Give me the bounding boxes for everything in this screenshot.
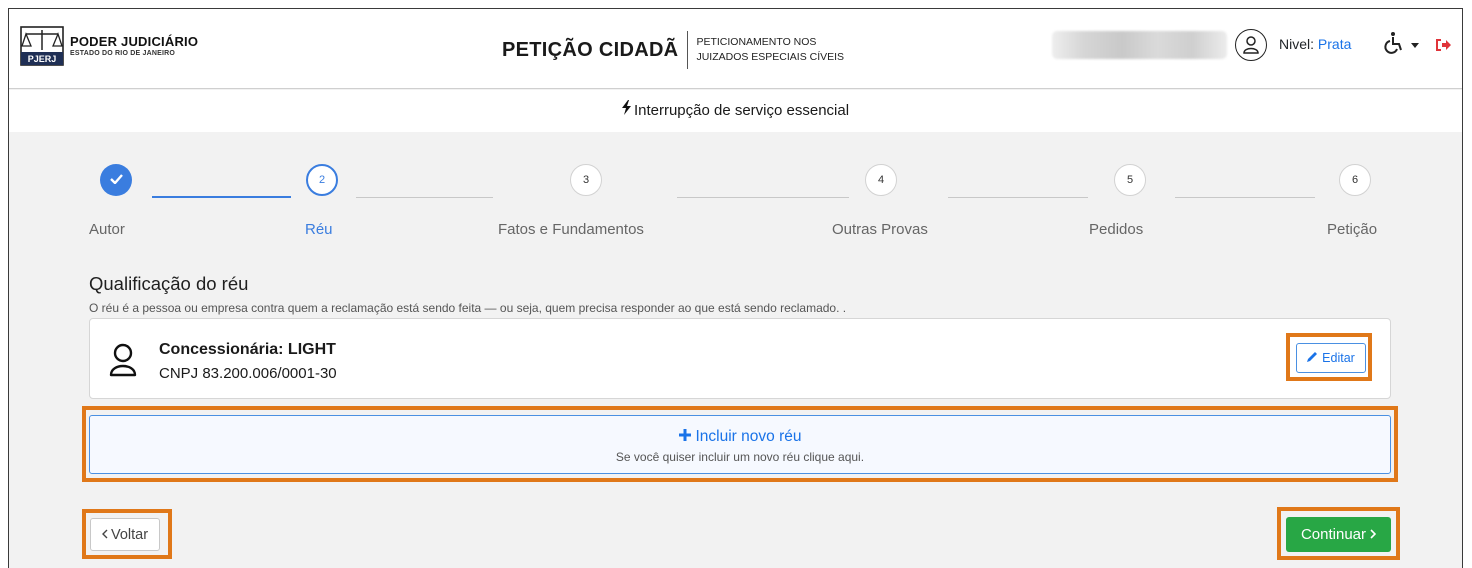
step-number: 2 bbox=[318, 174, 326, 186]
accessibility-menu[interactable] bbox=[1382, 31, 1422, 59]
add-defendant-button[interactable]: Incluir novo réu Se você quiser incluir … bbox=[89, 415, 1391, 474]
step-label-pedidos: Pedidos bbox=[1089, 221, 1144, 238]
user-circle-icon[interactable] bbox=[1235, 29, 1267, 61]
step-label-autor: Autor bbox=[89, 221, 125, 238]
step-connector-3 bbox=[677, 197, 849, 198]
redacted-username bbox=[1052, 31, 1227, 59]
check-icon bbox=[109, 173, 123, 187]
nivel-label: Nivel: bbox=[1279, 36, 1315, 52]
step-label-fatos: Fatos e Fundamentos bbox=[498, 221, 644, 238]
step-connector-5 bbox=[1175, 197, 1315, 198]
user-level: Nivel: Prata bbox=[1279, 36, 1351, 52]
step-label-outras-provas: Outras Provas bbox=[832, 221, 928, 238]
petition-type-bar: Interrupção de serviço essencial bbox=[9, 90, 1462, 132]
step-6-peticao[interactable]: 6 bbox=[1339, 164, 1371, 196]
bolt-icon bbox=[621, 90, 631, 132]
pencil-icon bbox=[1307, 351, 1318, 365]
pjerj-logo: PJERJ PODER JUDICIÁRIO ESTADO DO RIO DE … bbox=[20, 26, 198, 66]
back-label: Voltar bbox=[110, 526, 149, 543]
sign-out-icon[interactable] bbox=[1434, 36, 1452, 54]
plus-icon bbox=[678, 428, 691, 446]
step-connector-2 bbox=[356, 197, 493, 198]
step-1-autor[interactable] bbox=[100, 164, 132, 196]
app-frame: PJERJ PODER JUDICIÁRIO ESTADO DO RIO DE … bbox=[8, 8, 1463, 568]
app-brand: PETIÇÃO CIDADÃ PETICIONAMENTO NOS JUIZAD… bbox=[502, 31, 844, 69]
caret-down-icon bbox=[1411, 36, 1419, 54]
nivel-value[interactable]: Prata bbox=[1318, 36, 1351, 52]
app-title: PETIÇÃO CIDADÃ bbox=[502, 38, 679, 61]
edit-defendant-button[interactable]: Editar bbox=[1296, 343, 1366, 373]
edit-label: Editar bbox=[1322, 351, 1355, 365]
wheelchair-icon bbox=[1382, 31, 1406, 60]
chevron-right-icon bbox=[1370, 526, 1377, 543]
step-2-reu[interactable]: 2 bbox=[306, 164, 338, 196]
continue-label: Continuar bbox=[1300, 526, 1367, 543]
section-title: Qualificação do réu bbox=[89, 273, 249, 294]
step-5-pedidos[interactable]: 5 bbox=[1114, 164, 1146, 196]
step-3-fatos[interactable]: 3 bbox=[570, 164, 602, 196]
scales-of-justice-icon: PJERJ bbox=[20, 26, 64, 66]
step-number: 3 bbox=[582, 174, 590, 186]
defendant-card: Concessionária: LIGHT CNPJ 83.200.006/00… bbox=[89, 318, 1391, 399]
step-number: 6 bbox=[1351, 174, 1359, 186]
step-4-outras-provas[interactable]: 4 bbox=[865, 164, 897, 196]
step-label-peticao: Petição bbox=[1327, 221, 1378, 238]
add-defendant-label: Incluir novo réu bbox=[695, 428, 802, 445]
logo-subtitle: ESTADO DO RIO DE JANEIRO bbox=[70, 50, 176, 57]
back-button[interactable]: Voltar bbox=[90, 518, 160, 551]
defendant-cnpj: CNPJ 83.200.006/0001-30 bbox=[159, 365, 337, 382]
top-header: PJERJ PODER JUDICIÁRIO ESTADO DO RIO DE … bbox=[9, 9, 1462, 89]
logo-title: PODER JUDICIÁRIO bbox=[70, 34, 199, 49]
app-subtitle: PETICIONAMENTO NOS JUIZADOS ESPECIAIS CÍ… bbox=[696, 35, 844, 65]
section-description: O réu é a pessoa ou empresa contra quem … bbox=[89, 301, 847, 315]
app-subtitle-line1: PETICIONAMENTO NOS bbox=[696, 36, 817, 48]
step-number: 4 bbox=[877, 174, 885, 186]
logo-abbrev: PJERJ bbox=[28, 54, 57, 64]
step-connector-1 bbox=[152, 196, 291, 198]
add-defendant-hint: Se você quiser incluir um novo réu cliqu… bbox=[615, 450, 865, 464]
step-label-reu: Réu bbox=[305, 221, 333, 238]
brand-divider bbox=[687, 31, 689, 69]
petition-type: Interrupção de serviço essencial bbox=[633, 102, 850, 119]
app-subtitle-line2: JUIZADOS ESPECIAIS CÍVEIS bbox=[696, 51, 845, 63]
continue-button[interactable]: Continuar bbox=[1286, 517, 1391, 552]
person-icon bbox=[109, 343, 137, 377]
step-number: 5 bbox=[1126, 174, 1134, 186]
defendant-name: Concessionária: LIGHT bbox=[159, 341, 336, 358]
chevron-left-icon bbox=[101, 527, 108, 543]
step-connector-4 bbox=[948, 197, 1088, 198]
